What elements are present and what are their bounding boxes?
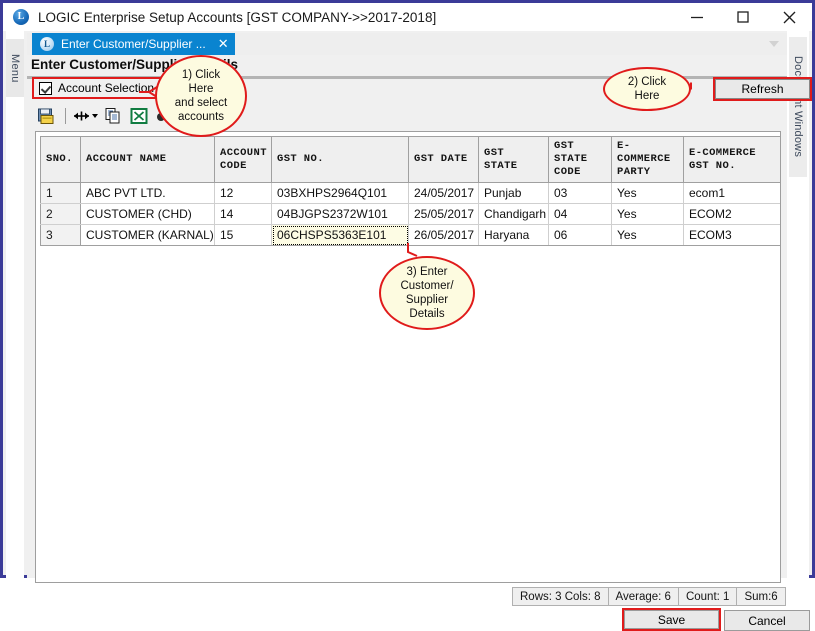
cell-account-name[interactable]: CUSTOMER (KARNAL)	[80, 224, 215, 246]
cell-sno[interactable]: 3	[40, 224, 81, 246]
save-button[interactable]: Save	[622, 608, 721, 631]
menu-dock-strip: Menu	[6, 31, 24, 578]
tab-app-icon: L	[40, 37, 54, 51]
tab-label: Enter Customer/Supplier ...	[61, 37, 206, 51]
menu-dock-label[interactable]: Menu	[6, 39, 24, 97]
column-header-account-name[interactable]: ACCOUNT NAME	[80, 136, 215, 183]
annotation-callout-2: 2) Click Here	[603, 67, 691, 111]
cell-gst-state-code[interactable]: 03	[548, 182, 612, 204]
grid-header-row: SNO. ACCOUNT NAME ACCOUNT CODE GST NO. G…	[40, 136, 780, 183]
annotation-callout-1: 1) Click Here and select accounts	[155, 55, 247, 137]
cell-ecommerce-gst-no[interactable]: ECOM2	[683, 203, 780, 225]
document-tab-bar: L Enter Customer/Supplier ... ✕	[27, 33, 787, 55]
status-average: Average: 6	[607, 587, 679, 606]
cell-ecommerce-party[interactable]: Yes	[611, 203, 684, 225]
column-header-sno[interactable]: SNO.	[40, 136, 81, 183]
grid-status-bar: Rows: 3 Cols: 8 Average: 6 Count: 1 Sum:…	[512, 587, 786, 606]
column-header-gst-date[interactable]: GST DATE	[408, 136, 479, 183]
cell-account-name[interactable]: CUSTOMER (CHD)	[80, 203, 215, 225]
annotation-3-line-2: Customer/	[400, 280, 454, 292]
annotation-1-line-4: accounts	[177, 111, 225, 123]
cell-gst-state[interactable]: Haryana	[478, 224, 549, 246]
column-header-gst-state-code[interactable]: GST STATE CODE	[548, 136, 612, 183]
app-logo-icon: L	[13, 9, 29, 25]
cell-gst-state[interactable]: Chandigarh	[478, 203, 549, 225]
save-to-disk-icon[interactable]	[35, 105, 57, 127]
column-header-gst-no[interactable]: GST NO.	[271, 136, 409, 183]
data-grid-panel[interactable]: SNO. ACCOUNT NAME ACCOUNT CODE GST NO. G…	[35, 131, 781, 583]
table-row[interactable]: 2 CUSTOMER (CHD) 14 04BJGPS2372W101 25/0…	[40, 203, 780, 225]
annotation-3-line-1: 3) Enter	[406, 266, 448, 278]
column-header-account-code[interactable]: ACCOUNT CODE	[214, 136, 272, 183]
column-header-ecommerce-party[interactable]: E-COMMERCE PARTY	[611, 136, 684, 183]
cancel-button[interactable]: Cancel	[724, 610, 810, 631]
cell-account-code[interactable]: 12	[214, 182, 272, 204]
cell-account-name[interactable]: ABC PVT LTD.	[80, 182, 215, 204]
cell-account-code[interactable]: 15	[214, 224, 272, 246]
data-grid: SNO. ACCOUNT NAME ACCOUNT CODE GST NO. G…	[40, 136, 780, 246]
cancel-button-label: Cancel	[724, 610, 810, 631]
document-windows-dock-label[interactable]: Document Windows	[789, 37, 807, 177]
column-header-ecommerce-gst-no[interactable]: E-COMMERCE GST NO.	[683, 136, 780, 183]
column-header-gst-state[interactable]: GST STATE	[478, 136, 549, 183]
save-button-label: Save	[624, 610, 719, 629]
cell-gst-state[interactable]: Punjab	[478, 182, 549, 204]
maximize-button[interactable]	[720, 3, 766, 31]
status-sum: Sum:6	[736, 587, 786, 606]
cell-gst-no[interactable]: 04BJGPS2372W101	[271, 203, 409, 225]
window-controls	[674, 3, 812, 31]
close-button[interactable]	[766, 3, 812, 31]
cell-ecommerce-party[interactable]: Yes	[611, 224, 684, 246]
annotation-2-line-2: Here	[634, 90, 660, 102]
cell-gst-date[interactable]: 25/05/2017	[408, 203, 479, 225]
toolbar-separator	[65, 108, 66, 124]
document-windows-dock-strip: Document Windows	[787, 31, 809, 578]
cell-account-code[interactable]: 14	[214, 203, 272, 225]
title-bar: L LOGIC Enterprise Setup Accounts [GST C…	[3, 3, 812, 31]
cell-ecommerce-gst-no[interactable]: ECOM3	[683, 224, 780, 246]
cell-ecommerce-gst-no[interactable]: ecom1	[683, 182, 780, 204]
status-count: Count: 1	[677, 587, 738, 606]
annotation-1-line-2: Here	[188, 83, 214, 95]
cell-gst-state-code[interactable]: 04	[548, 203, 612, 225]
annotation-1-line-1: 1) Click	[181, 69, 221, 81]
refresh-button-label: Refresh	[715, 79, 810, 99]
table-row[interactable]: 1 ABC PVT LTD. 12 03BXHPS2964Q101 24/05/…	[40, 182, 780, 204]
annotation-callout-3: 3) Enter Customer/ Supplier Details	[379, 256, 475, 330]
cell-gst-state-code[interactable]: 06	[548, 224, 612, 246]
export-excel-icon[interactable]	[128, 105, 150, 127]
chevron-down-icon[interactable]	[769, 41, 779, 47]
minimize-button[interactable]	[674, 3, 720, 31]
cell-sno[interactable]: 1	[40, 182, 81, 204]
tab-close-icon[interactable]: ✕	[218, 37, 229, 50]
checkbox-checked-icon[interactable]	[39, 81, 52, 95]
cell-ecommerce-party[interactable]: Yes	[611, 182, 684, 204]
status-rows-cols: Rows: 3 Cols: 8	[512, 587, 609, 606]
refresh-button[interactable]: Refresh	[713, 77, 812, 101]
tab-enter-customer-supplier[interactable]: L Enter Customer/Supplier ... ✕	[32, 33, 235, 55]
annotation-3-line-4: Details	[409, 308, 445, 320]
cell-gst-date[interactable]: 24/05/2017	[408, 182, 479, 204]
cell-sno[interactable]: 2	[40, 203, 81, 225]
annotation-3-line-3: Supplier	[405, 294, 449, 306]
window-title: LOGIC Enterprise Setup Accounts [GST COM…	[38, 9, 437, 25]
application-window: L LOGIC Enterprise Setup Accounts [GST C…	[0, 0, 815, 631]
annotation-2-line-1: 2) Click	[627, 76, 667, 88]
cell-gst-no-active[interactable]: 06CHSPS5363E101	[271, 224, 409, 246]
resize-columns-icon[interactable]	[72, 105, 98, 127]
chevron-down-icon[interactable]	[92, 114, 98, 118]
copy-icon[interactable]	[102, 105, 124, 127]
annotation-1-line-3: and select	[174, 97, 228, 109]
cell-gst-no[interactable]: 03BXHPS2964Q101	[271, 182, 409, 204]
